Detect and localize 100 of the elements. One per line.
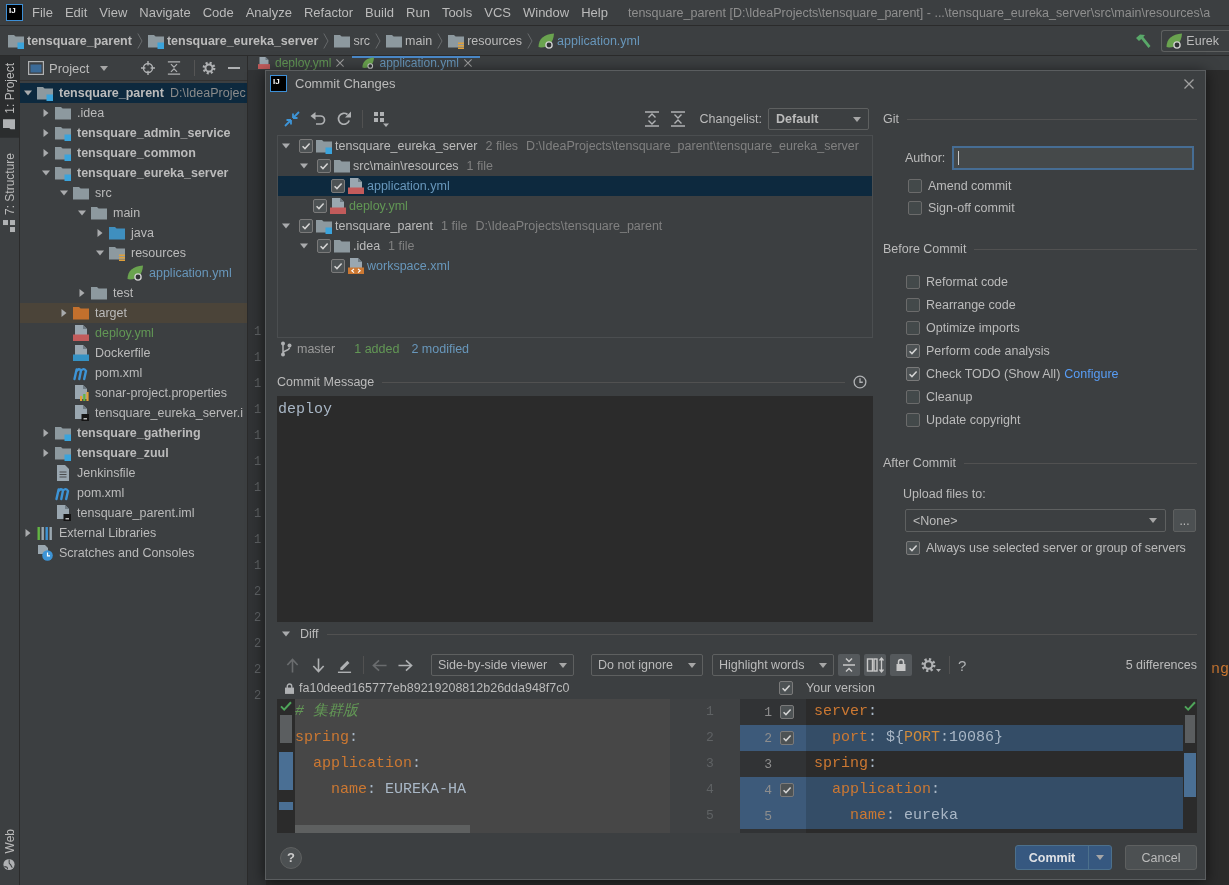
menu-item[interactable]: Code [196, 0, 240, 25]
close-icon[interactable] [336, 59, 345, 67]
checkbox[interactable] [779, 681, 793, 695]
view-dropdown[interactable]: Project [28, 60, 109, 76]
checkbox[interactable] [317, 159, 331, 173]
tree-item[interactable]: tensquare_zuul [20, 443, 247, 463]
expand-arrow-icon[interactable] [95, 228, 105, 238]
expand-arrow-icon[interactable] [299, 161, 309, 171]
arrow-right-icon[interactable] [398, 657, 413, 673]
menu-item[interactable]: VCS [478, 0, 517, 25]
checkbox[interactable] [906, 541, 920, 555]
expand-arrow-icon[interactable] [59, 308, 69, 318]
expand-arrow-icon[interactable] [77, 208, 87, 218]
tree-item[interactable]: workspace.xml [278, 256, 872, 276]
browse-button[interactable]: ... [1173, 509, 1196, 532]
checkbox[interactable] [331, 179, 345, 193]
help-button[interactable]: ? [280, 846, 302, 869]
tree-item[interactable]: pom.xml [20, 363, 247, 383]
sync-scroll-icon[interactable] [864, 654, 886, 676]
tree-item[interactable]: tensquare_parent D:\IdeaProjec [20, 83, 247, 103]
scroll-thumb[interactable] [280, 715, 292, 743]
scroll-thumb[interactable] [1185, 715, 1195, 743]
expand-arrow-icon[interactable] [23, 88, 33, 98]
caret-icon[interactable] [1096, 855, 1104, 860]
expand-arrow-icon[interactable] [299, 241, 309, 251]
expand-arrow-icon[interactable] [41, 128, 51, 138]
tree-item[interactable]: .idea [20, 103, 247, 123]
breadcrumb[interactable]: main [386, 32, 433, 49]
menu-item[interactable]: Run [400, 0, 436, 25]
checkbox[interactable] [299, 139, 313, 153]
breadcrumb[interactable]: src [334, 32, 371, 49]
tree-item[interactable]: tensquare_eureka_server.i [20, 403, 247, 423]
expand-arrow-icon[interactable] [281, 141, 291, 151]
tree-item[interactable]: Jenkinsfile [20, 463, 247, 483]
checkbox[interactable] [906, 366, 920, 381]
expand-arrow-icon[interactable] [41, 148, 51, 158]
expand-arrow-icon[interactable] [41, 428, 51, 438]
commit-button[interactable]: Commit [1015, 845, 1112, 870]
changelist-dropdown[interactable]: Default [768, 108, 869, 130]
tree-item[interactable]: deploy.yml [278, 196, 872, 216]
lock-icon[interactable] [890, 654, 912, 676]
highlight-dropdown[interactable]: Highlight words [712, 654, 834, 676]
collapse-all-icon[interactable] [670, 111, 687, 127]
tree-item[interactable]: sonar-project.properties [20, 383, 247, 403]
tree-item[interactable]: tensquare_parent 1 file D:\IdeaProjects\tensquare_parent [278, 216, 872, 236]
refresh-icon[interactable] [336, 111, 352, 127]
tree-item[interactable]: application.yml [278, 176, 872, 196]
menu-item[interactable]: Build [359, 0, 400, 25]
tree-item[interactable]: tensquare_gathering [20, 423, 247, 443]
menu-item[interactable]: Help [575, 0, 614, 25]
configure-link[interactable]: Configure [1064, 366, 1119, 381]
checkbox[interactable] [331, 259, 345, 273]
tree-item[interactable]: pom.xml [20, 483, 247, 503]
tree-item[interactable]: tensquare_admin_service [20, 123, 247, 143]
checkbox[interactable] [908, 179, 922, 193]
checkbox[interactable] [906, 389, 920, 404]
menu-item[interactable]: File [26, 0, 59, 25]
upload-target-dropdown[interactable]: <None> [905, 509, 1166, 532]
breadcrumb[interactable]: application.yml [538, 32, 640, 49]
checkbox[interactable] [908, 201, 922, 215]
expand-arrow-icon[interactable] [281, 221, 291, 231]
menu-item[interactable]: Analyze [239, 0, 298, 25]
tool-window-tab[interactable]: 7: Structure [0, 145, 19, 239]
commit-message-field[interactable]: deploy [277, 396, 873, 622]
viewer-dropdown[interactable]: Side-by-side viewer [431, 654, 574, 676]
checkbox[interactable] [906, 412, 920, 427]
checkbox[interactable] [906, 297, 920, 312]
cancel-button[interactable]: Cancel [1125, 845, 1197, 870]
expand-all-icon[interactable] [644, 111, 661, 127]
tree-item[interactable]: application.yml [20, 263, 247, 283]
tree-item[interactable]: tensquare_common [20, 143, 247, 163]
editor-tab[interactable]: application.yml [352, 56, 480, 70]
tree-item[interactable]: deploy.yml [20, 323, 247, 343]
expand-arrow-icon[interactable] [77, 288, 87, 298]
menu-item[interactable]: Navigate [133, 0, 197, 25]
author-field[interactable] [952, 146, 1195, 170]
tree-item[interactable]: tensquare_parent.iml [20, 503, 247, 523]
breadcrumb[interactable]: resources [448, 32, 523, 49]
grid-icon[interactable] [373, 111, 389, 127]
checkbox[interactable] [906, 343, 920, 358]
tool-window-tab[interactable]: Web [0, 821, 19, 877]
expand-arrow-icon[interactable] [281, 629, 291, 639]
tree-item[interactable]: tensquare_eureka_server [20, 163, 247, 183]
clock-icon[interactable] [853, 375, 867, 389]
breadcrumb[interactable]: tensquare_parent [8, 32, 132, 49]
scroll-thumb[interactable] [295, 825, 470, 833]
tree-item[interactable]: .idea 1 file [278, 236, 872, 256]
hammer-icon[interactable] [1135, 32, 1152, 49]
crosshair-icon[interactable] [141, 61, 155, 75]
undo-icon[interactable] [310, 111, 326, 127]
help-button[interactable]: ? [958, 656, 967, 674]
tree-item[interactable]: tensquare_eureka_server 2 files D:\IdeaProjects\tensquare_parent\tensquare_eureka_server [278, 136, 872, 156]
tree-item[interactable]: resources [20, 243, 247, 263]
checkbox[interactable] [299, 219, 313, 233]
checkbox[interactable] [906, 274, 920, 289]
editor-tab[interactable]: deploy.yml [248, 56, 353, 70]
expand-arrow-icon[interactable] [95, 248, 105, 258]
run-config-dropdown[interactable]: Eurek [1161, 29, 1229, 52]
tree-item[interactable]: src [20, 183, 247, 203]
tool-window-tab[interactable]: 1: Project [0, 56, 19, 138]
